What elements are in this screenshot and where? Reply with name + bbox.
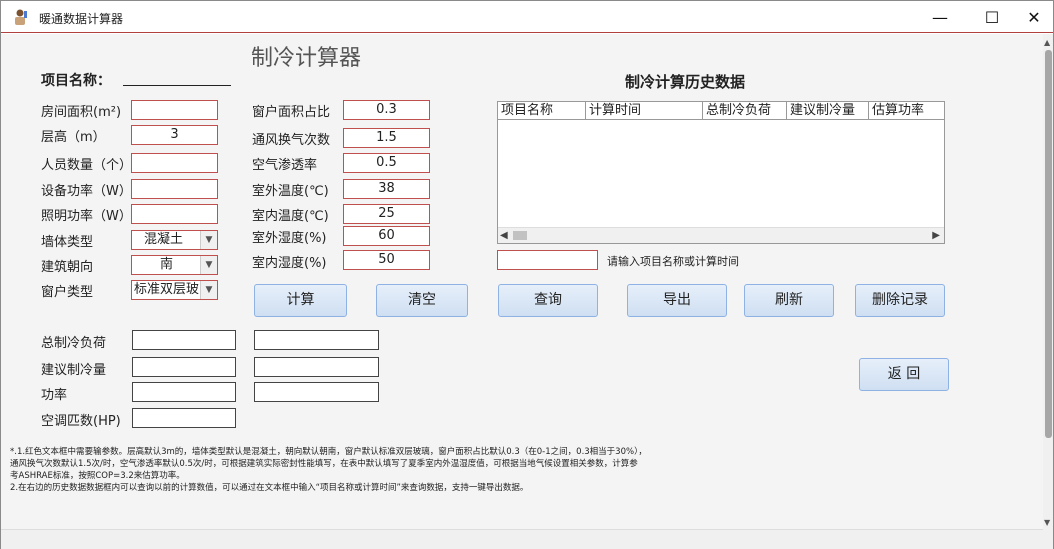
outdoor-temp-label: 室外温度(℃) [252,184,329,199]
horizontal-scrollbar[interactable] [1,529,1043,549]
total-load-output-2 [254,330,379,350]
page-title: 制冷计算器 [251,46,362,71]
vertical-scrollbar[interactable]: ▲ ▼ [1043,34,1053,549]
equipment-power-label: 设备功率（W） [41,184,132,199]
power-output-1 [132,382,236,402]
main-content: 制冷计算器 项目名称： 制冷计算历史数据 房间面积(m²) 层高（m） 3 人员… [1,34,1053,549]
note-line: 2.在右边的历史数据数据框内可以查询以前的计算数值，可以通过在文本框中输入“项目… [10,483,529,493]
people-count-label: 人员数量（个） [41,158,133,173]
project-name-label: 项目名称： [41,73,111,89]
lighting-power-input[interactable] [131,204,218,224]
clear-button[interactable]: 清空 [376,284,468,317]
room-area-label: 房间面积(m²) [41,105,122,120]
calculate-button[interactable]: 计算 [254,284,347,317]
scroll-thumb[interactable] [513,231,527,240]
window-type-value: 标准双层玻 [134,282,200,297]
indoor-temp-label: 室内温度(℃) [252,209,329,224]
note-line: 通风换气次数默认1.5次/时，空气渗透率默认0.5次/时，可根据建筑实际密封性能… [10,459,638,469]
window-title: 暖通数据计算器 [39,12,124,26]
window-type-select[interactable]: 标准双层玻 ▼ [131,280,218,300]
column-header[interactable]: 计算时间 [586,102,703,120]
close-button[interactable]: ✕ [1011,1,1054,33]
search-hint-text: 请输入项目名称或计算时间 [607,255,739,268]
infiltration-rate-label: 空气渗透率 [252,158,318,173]
orientation-value: 南 [160,257,174,272]
column-header[interactable]: 项目名称 [498,102,586,120]
chevron-down-icon[interactable]: ▼ [200,256,217,274]
notes-text: *.1.红色文本框中需要输参数。层高默认3m的，墙体类型默认是混凝土，朝向默认朝… [10,446,800,494]
power-output-2 [254,382,379,402]
scroll-down-icon[interactable]: ▼ [1044,518,1050,527]
minimize-button[interactable]: — [917,1,963,33]
floor-height-label: 层高（m） [41,130,106,145]
outdoor-humidity-label: 室外湿度(%) [252,231,327,246]
export-button[interactable]: 导出 [627,284,727,317]
column-header[interactable]: 建议制冷量 [787,102,869,120]
window-type-label: 窗户类型 [41,285,94,300]
suggested-capacity-output-2 [254,357,379,377]
orientation-label: 建筑朝向 [41,260,94,275]
indoor-temp-input[interactable]: 25 [343,204,430,224]
history-table-header: 项目名称 计算时间 总制冷负荷 建议制冷量 估算功率 [498,102,944,120]
ventilation-rate-label: 通风换气次数 [252,133,331,148]
note-line: *.1.红色文本框中需要输参数。层高默认3m的，墙体类型默认是混凝土，朝向默认朝… [10,447,647,457]
total-load-output-1 [132,330,236,350]
project-name-underline [123,85,231,86]
chevron-down-icon[interactable]: ▼ [200,281,217,299]
total-load-label: 总制冷负荷 [41,336,107,351]
query-button[interactable]: 查询 [498,284,598,317]
people-count-input[interactable] [131,153,218,173]
window-ratio-input[interactable]: 0.3 [343,100,430,120]
scroll-right-icon[interactable]: ▶ [932,228,940,243]
scroll-thumb[interactable] [1045,50,1052,438]
infiltration-rate-input[interactable]: 0.5 [343,153,430,173]
power-label: 功率 [41,388,68,403]
note-line: 考ASHRAE标准，按照COP=3.2来估算功率。 [10,471,185,481]
history-table[interactable]: 项目名称 计算时间 总制冷负荷 建议制冷量 估算功率 ◀ ▶ [497,101,945,244]
indoor-humidity-input[interactable]: 50 [343,250,430,270]
column-header[interactable]: 估算功率 [869,102,944,120]
floor-height-input[interactable]: 3 [131,125,218,145]
ventilation-rate-input[interactable]: 1.5 [343,128,430,148]
scroll-left-icon[interactable]: ◀ [500,228,508,243]
chevron-down-icon[interactable]: ▼ [200,231,217,249]
ac-hp-output [132,408,236,428]
history-title: 制冷计算历史数据 [625,73,746,91]
lighting-power-label: 照明功率（W） [41,209,132,224]
suggested-capacity-label: 建议制冷量 [41,363,107,378]
room-area-input[interactable] [131,100,218,120]
app-window: 暖通数据计算器 — ☐ ✕ 制冷计算器 项目名称： 制冷计算历史数据 房间面积(… [0,0,1054,549]
history-search-input[interactable] [497,250,598,270]
app-icon [15,9,27,25]
scroll-up-icon[interactable]: ▲ [1044,38,1050,47]
outdoor-temp-input[interactable]: 38 [343,179,430,199]
wall-type-label: 墙体类型 [41,235,94,250]
refresh-button[interactable]: 刷新 [744,284,834,317]
orientation-select[interactable]: 南 ▼ [131,255,218,275]
wall-type-select[interactable]: 混凝土 ▼ [131,230,218,250]
history-horizontal-scrollbar[interactable]: ◀ ▶ [498,227,944,243]
equipment-power-input[interactable] [131,179,218,199]
title-bar: 暖通数据计算器 — ☐ ✕ [1,1,1053,33]
ac-hp-label: 空调匹数(HP) [41,414,121,429]
outdoor-humidity-input[interactable]: 60 [343,226,430,246]
column-header[interactable]: 总制冷负荷 [703,102,787,120]
back-button[interactable]: 返 回 [859,358,949,391]
indoor-humidity-label: 室内湿度(%) [252,256,327,271]
window-ratio-label: 窗户面积占比 [252,105,331,120]
wall-type-value: 混凝土 [144,232,184,247]
suggested-capacity-output-1 [132,357,236,377]
maximize-button[interactable]: ☐ [969,1,1015,33]
delete-record-button[interactable]: 删除记录 [855,284,945,317]
